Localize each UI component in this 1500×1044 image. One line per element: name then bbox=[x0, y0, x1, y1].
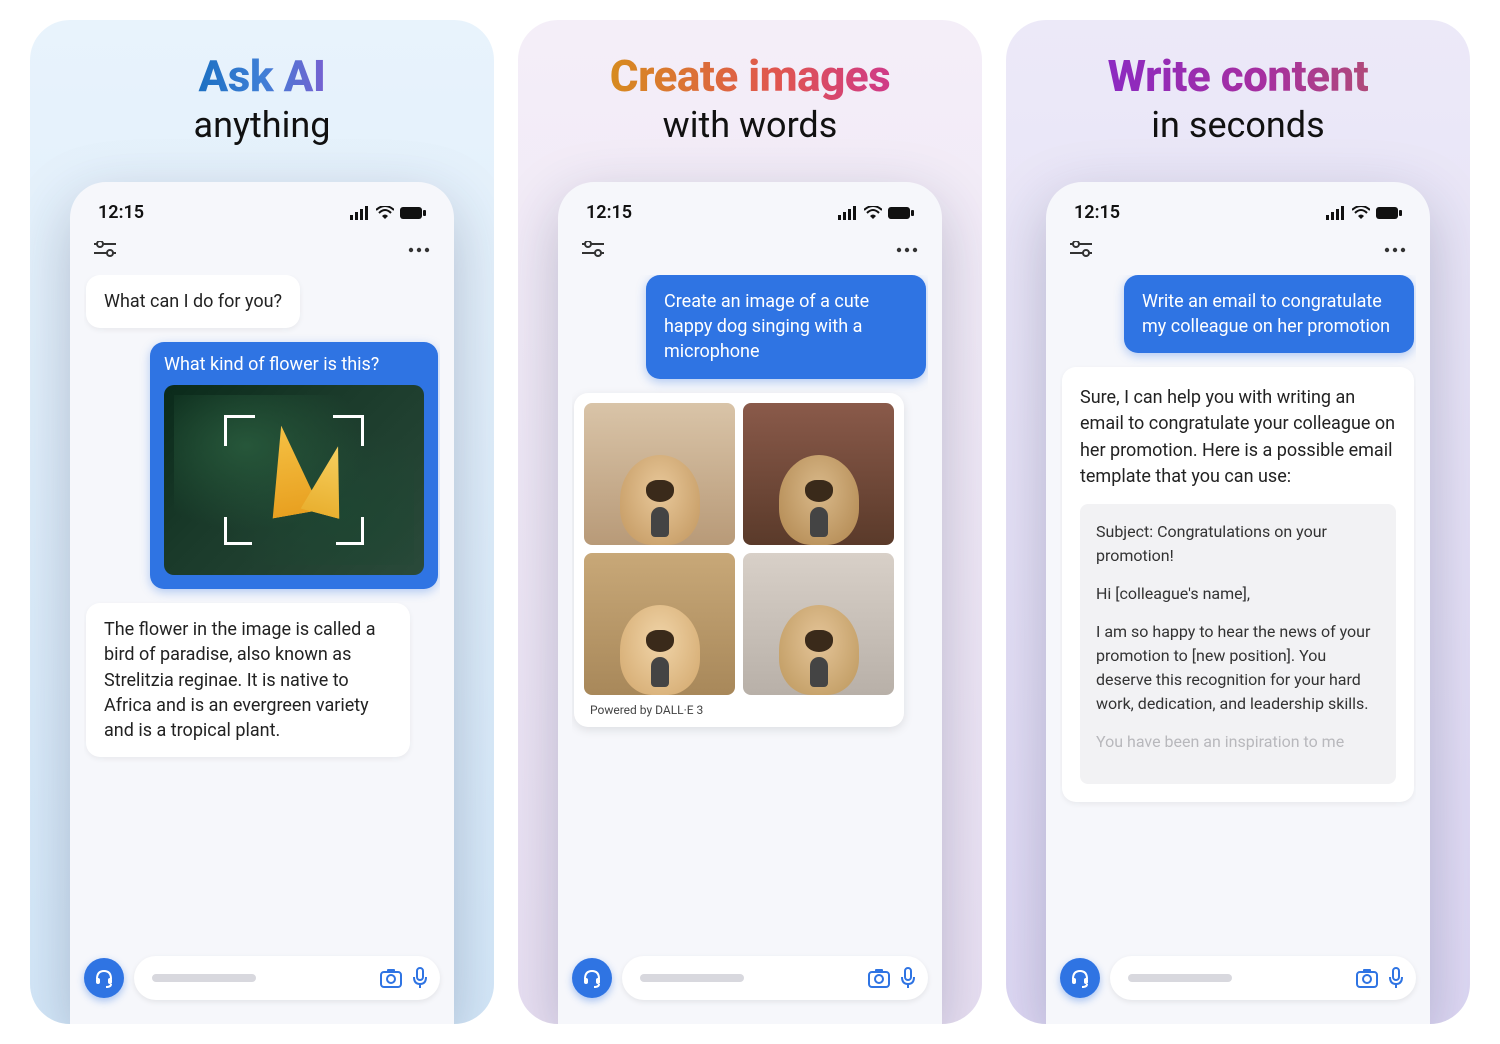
camera-icon[interactable] bbox=[1356, 968, 1378, 988]
cellular-icon bbox=[1326, 206, 1346, 220]
wifi-icon bbox=[376, 206, 394, 220]
user-message: Write an email to congratulate my collea… bbox=[1124, 275, 1414, 353]
status-time: 12:15 bbox=[98, 202, 144, 223]
status-icons bbox=[1326, 206, 1402, 220]
battery-icon bbox=[1376, 206, 1402, 220]
more-icon[interactable] bbox=[408, 247, 430, 253]
camera-icon[interactable] bbox=[868, 968, 890, 988]
ai-message: What can I do for you? bbox=[86, 275, 300, 328]
settings-sliders-icon[interactable] bbox=[582, 241, 604, 259]
phone-mockup: 12:15 Write an email to congratulate my … bbox=[1046, 182, 1430, 1024]
settings-sliders-icon[interactable] bbox=[1070, 241, 1092, 259]
headline: Ask AI anything bbox=[194, 50, 331, 146]
input-bar bbox=[84, 956, 440, 1000]
copilot-button[interactable] bbox=[1060, 958, 1100, 998]
input-placeholder bbox=[640, 974, 744, 982]
headset-icon bbox=[1070, 968, 1090, 988]
headline-bottom: with words bbox=[610, 104, 891, 146]
generated-image[interactable] bbox=[743, 403, 894, 545]
headline-bottom: in seconds bbox=[1108, 104, 1369, 146]
promo-panel-ask-ai: Ask AI anything 12:15 What can I do for … bbox=[30, 20, 494, 1024]
image-grid bbox=[584, 403, 894, 695]
headset-icon bbox=[94, 968, 114, 988]
generated-images-card: Powered by DALL·E 3 bbox=[574, 393, 904, 727]
status-icons bbox=[350, 206, 426, 220]
cellular-icon bbox=[350, 206, 370, 220]
headline-top: Ask AI bbox=[194, 50, 331, 102]
input-bar bbox=[1060, 956, 1416, 1000]
ai-intro-text: Sure, I can help you with writing an ema… bbox=[1080, 385, 1396, 489]
microphone-icon[interactable] bbox=[412, 967, 428, 989]
microphone-icon[interactable] bbox=[900, 967, 916, 989]
headline: Create images with words bbox=[610, 50, 891, 146]
settings-sliders-icon[interactable] bbox=[94, 241, 116, 259]
email-greeting: Hi [colleague's name], bbox=[1096, 582, 1380, 606]
camera-icon[interactable] bbox=[380, 968, 402, 988]
generated-image[interactable] bbox=[743, 553, 894, 695]
user-question-text: What kind of flower is this? bbox=[164, 354, 424, 375]
copilot-button[interactable] bbox=[572, 958, 612, 998]
headline-top: Create images bbox=[610, 50, 891, 102]
ai-email-response: Sure, I can help you with writing an ema… bbox=[1062, 367, 1414, 801]
cellular-icon bbox=[838, 206, 858, 220]
status-bar: 12:15 bbox=[572, 198, 928, 235]
more-icon[interactable] bbox=[896, 247, 918, 253]
chat-area: Write an email to congratulate my collea… bbox=[1060, 275, 1416, 1024]
input-bar bbox=[572, 956, 928, 1000]
user-image-message: What kind of flower is this? bbox=[150, 342, 438, 589]
headline-bottom: anything bbox=[194, 104, 331, 146]
uploaded-flower-image bbox=[164, 385, 424, 575]
wifi-icon bbox=[864, 206, 882, 220]
generated-image[interactable] bbox=[584, 403, 735, 545]
battery-icon bbox=[888, 206, 914, 220]
message-input[interactable] bbox=[622, 956, 928, 1000]
scan-frame-icon bbox=[224, 415, 364, 545]
powered-by-label: Powered by DALL·E 3 bbox=[584, 695, 894, 719]
status-time: 12:15 bbox=[1074, 202, 1120, 223]
battery-icon bbox=[400, 206, 426, 220]
user-message: Create an image of a cute happy dog sing… bbox=[646, 275, 926, 379]
wifi-icon bbox=[1352, 206, 1370, 220]
chat-area: Create an image of a cute happy dog sing… bbox=[572, 275, 928, 1024]
promo-panel-write-content: Write content in seconds 12:15 Write an … bbox=[1006, 20, 1470, 1024]
more-icon[interactable] bbox=[1384, 247, 1406, 253]
copilot-button[interactable] bbox=[84, 958, 124, 998]
email-template: Subject: Congratulations on your promoti… bbox=[1080, 504, 1396, 784]
app-top-bar bbox=[84, 235, 440, 275]
app-top-bar bbox=[1060, 235, 1416, 275]
status-bar: 12:15 bbox=[84, 198, 440, 235]
message-input[interactable] bbox=[1110, 956, 1416, 1000]
generated-image[interactable] bbox=[584, 553, 735, 695]
microphone-icon[interactable] bbox=[1388, 967, 1404, 989]
phone-mockup: 12:15 Create an image of a cute happy do… bbox=[558, 182, 942, 1024]
input-placeholder bbox=[152, 974, 256, 982]
email-subject: Subject: Congratulations on your promoti… bbox=[1096, 520, 1380, 568]
status-time: 12:15 bbox=[586, 202, 632, 223]
input-placeholder bbox=[1128, 974, 1232, 982]
phone-mockup: 12:15 What can I do for you? What kind o… bbox=[70, 182, 454, 1024]
status-icons bbox=[838, 206, 914, 220]
email-body-fade: You have been an inspiration to me bbox=[1096, 730, 1380, 754]
headset-icon bbox=[582, 968, 602, 988]
app-top-bar bbox=[572, 235, 928, 275]
status-bar: 12:15 bbox=[1060, 198, 1416, 235]
ai-answer: The flower in the image is called a bird… bbox=[86, 603, 410, 757]
chat-area: What can I do for you? What kind of flow… bbox=[84, 275, 440, 1024]
message-input[interactable] bbox=[134, 956, 440, 1000]
email-body: I am so happy to hear the news of your p… bbox=[1096, 620, 1380, 716]
headline-top: Write content bbox=[1108, 50, 1369, 102]
promo-panel-create-images: Create images with words 12:15 Create an… bbox=[518, 20, 982, 1024]
headline: Write content in seconds bbox=[1108, 50, 1369, 146]
